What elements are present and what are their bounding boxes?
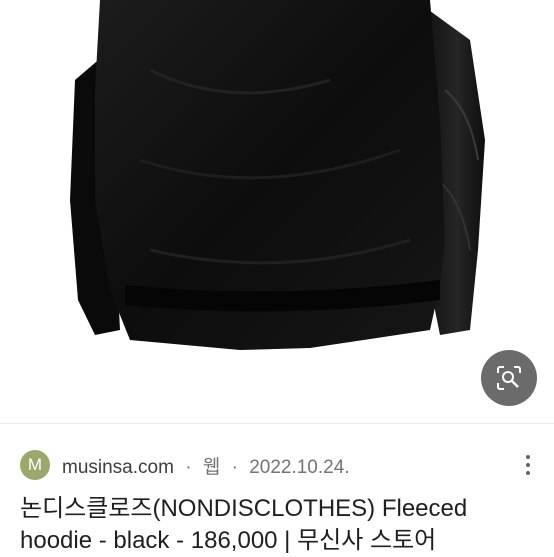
visual-search-button[interactable] xyxy=(481,350,537,406)
divider xyxy=(0,423,554,424)
site-favicon: M xyxy=(20,450,50,480)
result-type-label: 웹 xyxy=(202,456,221,478)
separator: · xyxy=(185,456,192,478)
source-domain[interactable]: musinsa.com xyxy=(62,457,174,478)
result-title-link[interactable]: 논디스클로즈(NONDISCLOTHES) Fleeced hoodie - b… xyxy=(20,493,540,557)
lens-search-icon xyxy=(497,366,521,390)
more-vert-icon xyxy=(526,455,530,459)
separator: · xyxy=(231,456,238,478)
result-date: 2022.10.24. xyxy=(249,456,350,478)
result-source-row: M musinsa.com · 웹 · 2022.10.24. xyxy=(20,447,540,483)
source-info: musinsa.com · 웹 · 2022.10.24. xyxy=(62,452,350,479)
hoodie-photo xyxy=(70,0,485,350)
result-image[interactable] xyxy=(0,0,554,423)
more-options-button[interactable] xyxy=(516,451,540,479)
